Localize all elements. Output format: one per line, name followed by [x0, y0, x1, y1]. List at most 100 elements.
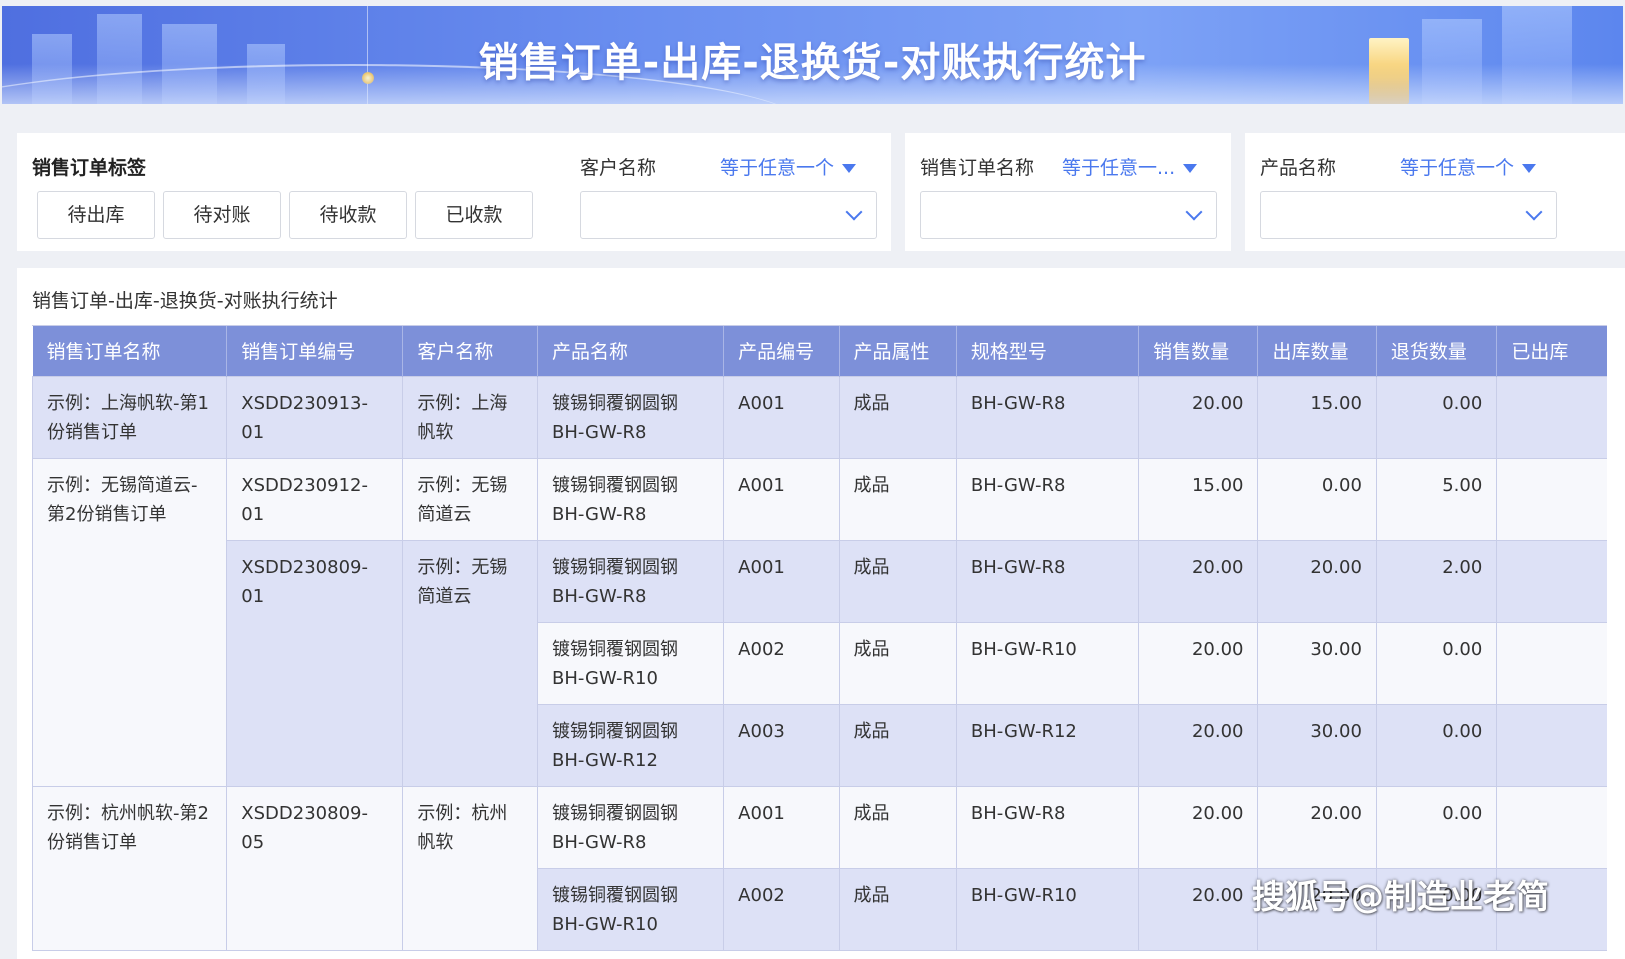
header-product[interactable]: 产品名称 [537, 326, 725, 376]
cell-product: 镀锡铜覆钢圆钢BH-GW-R8 [536, 375, 725, 459]
cell-spec: BH-GW-R8 [955, 375, 1140, 459]
cell-customer: 示例：无锡简道云 [402, 539, 538, 787]
header-spec[interactable]: 规格型号 [956, 326, 1140, 376]
order-name-filter-card: 销售订单名称 等于任意一... [905, 133, 1231, 251]
cell-product-code: A003 [723, 703, 840, 787]
header-product-code[interactable]: 产品编号 [723, 326, 840, 376]
header-order-name[interactable]: 销售订单名称 [32, 326, 228, 376]
cell-order-no: XSDD230913-01 [226, 375, 404, 459]
cell-shipped [1496, 621, 1607, 705]
order-name-filter-label: 销售订单名称 [920, 157, 1035, 179]
cell-order-no: XSDD230809-01 [226, 539, 404, 787]
product-filter-card: 产品名称 等于任意一个 [1245, 133, 1625, 251]
cell-product-attr: 成品 [838, 621, 957, 705]
cell-product-attr: 成品 [838, 375, 957, 459]
customer-select[interactable] [580, 191, 877, 239]
cell-spec: BH-GW-R8 [955, 785, 1140, 869]
cell-sales-qty: 20.00 [1138, 621, 1259, 705]
header-outbound-qty[interactable]: 出库数量 [1257, 326, 1377, 376]
cell-product-code: A001 [723, 539, 840, 623]
cell-product: 镀锡铜覆钢圆钢BH-GW-R10 [536, 867, 725, 951]
customer-filter-operator[interactable]: 等于任意一个 [720, 153, 857, 180]
order-name-select[interactable] [920, 191, 1217, 239]
cell-sales-qty: 15.00 [1138, 457, 1259, 541]
cell-product-code: A002 [723, 867, 840, 951]
cell-order-name: 示例：无锡简道云-第2份销售订单 [32, 457, 228, 787]
cell-spec: BH-GW-R10 [955, 867, 1140, 951]
cell-product: 镀锡铜覆钢圆钢BH-GW-R10 [536, 621, 725, 705]
cell-shipped [1496, 539, 1607, 623]
cell-return-qty: 0.00 [1375, 703, 1498, 787]
cell-outbound-qty: 20.00 [1257, 539, 1377, 623]
product-filter-operator[interactable]: 等于任意一个 [1400, 153, 1537, 180]
header-sales-qty[interactable]: 销售数量 [1138, 326, 1259, 376]
tag-filter-card: 销售订单标签 待出库 待对账 待收款 已收款 [17, 133, 571, 251]
header-order-no[interactable]: 销售订单编号 [226, 326, 404, 376]
customer-filter-label: 客户名称 [580, 157, 657, 179]
cell-shipped [1496, 375, 1607, 459]
cell-return-qty: 0.00 [1375, 621, 1498, 705]
cell-sales-qty: 20.00 [1138, 375, 1259, 459]
cell-product-code: A002 [723, 621, 840, 705]
tag-button-pending-outbound[interactable]: 待出库 [37, 191, 155, 239]
cell-customer: 示例：无锡简道云 [402, 457, 538, 541]
table-row: 示例：杭州帆软-第2份销售订单 XSDD230809-05 示例：杭州帆软 镀锡… [32, 785, 1607, 951]
tag-button-pending-reconcile[interactable]: 待对账 [163, 191, 281, 239]
cell-shipped [1496, 703, 1607, 787]
chevron-down-icon [1185, 203, 1203, 221]
table-scroll-area[interactable]: 销售订单名称 销售订单编号 客户名称 产品名称 产品编号 产品属性 规格型号 销… [32, 325, 1607, 959]
operator-text: 等于任意一个 [720, 157, 835, 179]
tag-button-pending-payment[interactable]: 待收款 [289, 191, 407, 239]
stats-table: 销售订单名称 销售订单编号 客户名称 产品名称 产品编号 产品属性 规格型号 销… [32, 326, 1607, 951]
chevron-down-icon [845, 203, 863, 221]
cell-product: 镀锡铜覆钢圆钢BH-GW-R8 [536, 457, 725, 541]
customer-filter-card: 客户名称 等于任意一个 [565, 133, 891, 251]
operator-text: 等于任意一... [1062, 157, 1176, 179]
header-return-qty[interactable]: 退货数量 [1376, 326, 1498, 376]
cell-return-qty: 0.00 [1375, 375, 1498, 459]
table-title: 销售订单-出库-退换货-对账执行统计 [32, 290, 338, 312]
cell-order-no: XSDD230912-01 [226, 457, 404, 541]
page-title: 销售订单-出库-退换货-对账执行统计 [478, 40, 1147, 86]
cell-return-qty: 5.00 [1375, 457, 1498, 541]
cell-outbound-qty: 20.00 [1257, 785, 1377, 869]
cell-customer: 示例：杭州帆软 [402, 785, 538, 951]
product-filter-label: 产品名称 [1260, 157, 1337, 179]
tag-button-paid[interactable]: 已收款 [415, 191, 533, 239]
cell-product: 镀锡铜覆钢圆钢BH-GW-R8 [536, 785, 725, 869]
cell-product-attr: 成品 [838, 539, 957, 623]
caret-down-icon [1522, 164, 1537, 173]
header-banner: 销售订单-出库-退换货-对账执行统计 [2, 6, 1623, 104]
table-row: XSDD230809-01 示例：无锡简道云 镀锡铜覆钢圆钢BH-GW-R8 A… [33, 539, 1607, 787]
order-name-filter-operator[interactable]: 等于任意一... [1062, 153, 1198, 180]
header-customer[interactable]: 客户名称 [402, 326, 538, 376]
cell-spec: BH-GW-R8 [955, 457, 1140, 541]
header-shipped[interactable]: 已出库 [1496, 326, 1607, 376]
table-row: 示例：无锡简道云-第2份销售订单 XSDD230912-01 示例：无锡简道云 … [32, 457, 1607, 787]
cell-return-qty: 0.00 [1375, 785, 1498, 869]
cell-order-no: XSDD230809-05 [226, 785, 404, 951]
cell-order-name: 示例：杭州帆软-第2份销售订单 [32, 785, 228, 951]
cell-customer: 示例：上海帆软 [402, 375, 538, 459]
table-row: 示例：上海帆软-第1份销售订单 XSDD230913-01 示例：上海帆软 镀锡… [32, 375, 1607, 459]
cell-product: 镀锡铜覆钢圆钢BH-GW-R8 [536, 539, 725, 623]
cell-shipped [1496, 457, 1607, 541]
stats-table-panel: 销售订单-出库-退换货-对账执行统计 销售订单名称 销售订单编号 客户名称 产品… [17, 268, 1625, 959]
cell-sales-qty: 20.00 [1138, 703, 1259, 787]
chevron-down-icon [1525, 203, 1543, 221]
cell-product-attr: 成品 [838, 867, 957, 951]
cell-spec: BH-GW-R10 [955, 621, 1140, 705]
tag-filter-label: 销售订单标签 [32, 157, 147, 179]
cell-product-attr: 成品 [838, 703, 957, 787]
cell-sales-qty: 20.00 [1138, 539, 1259, 623]
cell-product: 镀锡铜覆钢圆钢BH-GW-R12 [536, 703, 725, 787]
caret-down-icon [1183, 164, 1198, 173]
caret-down-icon [842, 164, 857, 173]
cell-outbound-qty: 30.00 [1257, 621, 1377, 705]
header-product-attr[interactable]: 产品属性 [839, 326, 957, 376]
cell-product-code: A001 [723, 785, 840, 869]
cell-spec: BH-GW-R8 [955, 539, 1140, 623]
product-select[interactable] [1260, 191, 1557, 239]
cell-outbound-qty: 0.00 [1257, 457, 1377, 541]
cell-spec: BH-GW-R12 [955, 703, 1140, 787]
